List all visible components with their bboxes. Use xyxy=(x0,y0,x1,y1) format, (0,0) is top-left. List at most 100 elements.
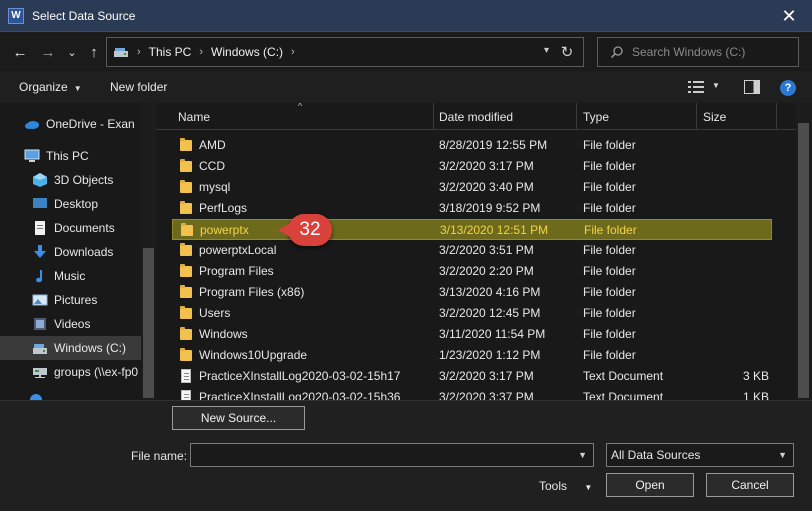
sidebar-item-network[interactable] xyxy=(0,388,141,400)
sidebar-scrollbar[interactable] xyxy=(141,103,156,400)
file-type-filter-value: All Data Sources xyxy=(611,448,701,462)
view-chevron-down-icon[interactable]: ▼ xyxy=(712,81,720,90)
file-date: 8/28/2019 12:55 PM xyxy=(439,138,548,152)
dialog-footer: New Source... File name: ▼ All Data Sour… xyxy=(0,400,812,511)
file-row[interactable]: powerptxLocal 3/2/2020 3:51 PM File fold… xyxy=(172,240,772,261)
column-header-size[interactable]: Size xyxy=(697,103,777,130)
forward-arrow-icon[interactable]: → xyxy=(38,42,58,62)
search-icon xyxy=(610,45,624,59)
sidebar-item-downloads[interactable]: Downloads xyxy=(0,240,141,264)
file-type: File folder xyxy=(583,243,636,257)
file-type: File folder xyxy=(583,138,636,152)
chevron-down-icon: ▼ xyxy=(73,84,82,93)
folder-icon xyxy=(180,348,193,362)
organize-label: Organize xyxy=(19,80,68,94)
file-row[interactable]: Program Files (x86) 3/13/2020 4:16 PM Fi… xyxy=(172,282,772,303)
help-icon[interactable]: ? xyxy=(780,80,796,96)
file-row[interactable]: Program Files 3/2/2020 2:20 PM File fold… xyxy=(172,261,772,282)
sidebar-item-label: Pictures xyxy=(54,293,98,307)
new-folder-button[interactable]: New folder xyxy=(110,80,167,94)
navigation-pane[interactable]: OneDrive - Exan This PC 3D Objects Deskt… xyxy=(0,103,156,400)
sidebar-item-music[interactable]: Music xyxy=(0,264,141,288)
breadcrumb-separator[interactable]: › xyxy=(137,46,141,58)
sidebar-item-label: Windows (C:) xyxy=(54,341,127,355)
music-icon xyxy=(32,269,48,283)
file-type-filter-select[interactable]: All Data Sources ▼ xyxy=(606,443,794,467)
file-row[interactable]: PracticeXInstallLog2020-03-02-15h36 3/2/… xyxy=(172,387,772,400)
new-source-button[interactable]: New Source... xyxy=(172,406,305,430)
sidebar-item-groups[interactable]: groups (\\ex-fp0 xyxy=(0,360,141,384)
chevron-down-icon[interactable]: ▼ xyxy=(578,450,587,460)
back-arrow-icon[interactable]: ← xyxy=(10,42,30,62)
sidebar-item-onedrive[interactable]: OneDrive - Exan xyxy=(0,112,141,136)
sidebar-item-label: This PC xyxy=(46,149,89,163)
preview-pane-icon[interactable] xyxy=(744,80,760,94)
file-date: 3/2/2020 3:37 PM xyxy=(439,390,534,400)
video-icon xyxy=(32,317,48,331)
file-type: File folder xyxy=(583,159,636,173)
tools-button[interactable]: Tools ▼ xyxy=(539,479,592,493)
folder-icon xyxy=(180,306,193,320)
column-header-name[interactable]: Name xyxy=(172,103,434,130)
file-row[interactable]: Windows10Upgrade 1/23/2020 1:12 PM File … xyxy=(172,345,772,366)
sidebar-item-3d-objects[interactable]: 3D Objects xyxy=(0,168,141,192)
close-icon[interactable]: ✕ xyxy=(766,0,812,32)
chevron-down-icon[interactable]: ▼ xyxy=(778,450,787,460)
title-bar: W Select Data Source ✕ xyxy=(0,0,812,32)
up-arrow-icon[interactable]: ↑ xyxy=(84,42,104,62)
file-row[interactable]: mysql 3/2/2020 3:40 PM File folder xyxy=(172,177,772,198)
sidebar-item-label: Downloads xyxy=(54,245,114,259)
sidebar-item-documents[interactable]: Documents xyxy=(0,216,141,240)
breadcrumb-this-pc[interactable]: This PC xyxy=(149,45,192,59)
command-bar: Organize ▼ New folder ▼ xyxy=(0,71,812,103)
file-type: File folder xyxy=(583,306,636,320)
file-date: 3/2/2020 2:20 PM xyxy=(439,264,534,278)
file-row[interactable]: CCD 3/2/2020 3:17 PM File folder xyxy=(172,156,772,177)
file-row[interactable]: Users 3/2/2020 12:45 PM File folder xyxy=(172,303,772,324)
address-bar[interactable]: › This PC › Windows (C:) › ▾ ↻ xyxy=(106,37,584,67)
file-date: 3/2/2020 12:45 PM xyxy=(439,306,541,320)
organize-button[interactable]: Organize ▼ xyxy=(19,80,82,94)
breadcrumb-separator[interactable]: › xyxy=(291,46,295,58)
sidebar-item-videos[interactable]: Videos xyxy=(0,312,141,336)
sidebar-item-label: OneDrive - Exan xyxy=(46,117,135,131)
file-list-scrollbar-thumb[interactable] xyxy=(798,123,809,398)
open-button[interactable]: Open xyxy=(606,473,694,497)
breadcrumb-separator[interactable]: › xyxy=(199,46,203,58)
address-dropdown-chevron-icon[interactable]: ▾ xyxy=(544,45,549,56)
file-row[interactable]: Windows 3/11/2020 11:54 PM File folder xyxy=(172,324,772,345)
sidebar-item-windows-c[interactable]: Windows (C:) xyxy=(0,336,141,360)
search-input[interactable]: Search Windows (C:) xyxy=(632,45,745,59)
file-type: Text Document xyxy=(583,369,664,383)
sidebar-scrollbar-thumb[interactable] xyxy=(143,248,154,398)
file-name-label: File name: xyxy=(131,449,188,463)
cancel-button[interactable]: Cancel xyxy=(706,473,794,497)
file-type: Text Document xyxy=(583,390,664,400)
file-name-input[interactable]: ▼ xyxy=(190,443,594,467)
file-list[interactable]: Name ^ Date modified Type Size AMD 8/28/… xyxy=(156,103,796,400)
search-box[interactable]: Search Windows (C:) xyxy=(597,37,799,67)
step-callout-badge: 32 xyxy=(278,214,332,246)
document-icon xyxy=(32,221,48,235)
column-header-date-modified[interactable]: Date modified xyxy=(433,103,577,130)
file-name: Program Files (x86) xyxy=(199,285,305,299)
breadcrumb-windows-c[interactable]: Windows (C:) xyxy=(211,45,283,59)
file-row-highlighted[interactable]: powerptx 3/13/2020 12:51 PM File folder xyxy=(172,219,772,240)
refresh-icon[interactable]: ↻ xyxy=(557,42,577,62)
column-header-type[interactable]: Type xyxy=(577,103,697,130)
file-name: powerptx xyxy=(200,223,249,237)
file-list-scrollbar[interactable] xyxy=(796,103,812,400)
file-date: 3/18/2019 9:52 PM xyxy=(439,201,541,215)
sidebar-item-this-pc[interactable]: This PC xyxy=(0,144,141,168)
file-row[interactable]: PracticeXInstallLog2020-03-02-15h17 3/2/… xyxy=(172,366,772,387)
file-name: Users xyxy=(199,306,231,320)
view-options-icon[interactable] xyxy=(688,81,704,93)
recent-locations-chevron-icon[interactable]: ⌄ xyxy=(62,42,82,62)
file-type: File folder xyxy=(583,180,636,194)
sidebar-item-desktop[interactable]: Desktop xyxy=(0,192,141,216)
sidebar-item-pictures[interactable]: Pictures xyxy=(0,288,141,312)
file-row[interactable]: AMD 8/28/2019 12:55 PM File folder xyxy=(172,135,772,156)
folder-icon xyxy=(180,327,193,341)
drive-icon xyxy=(32,341,48,355)
file-row[interactable]: PerfLogs 3/18/2019 9:52 PM File folder xyxy=(172,198,772,219)
